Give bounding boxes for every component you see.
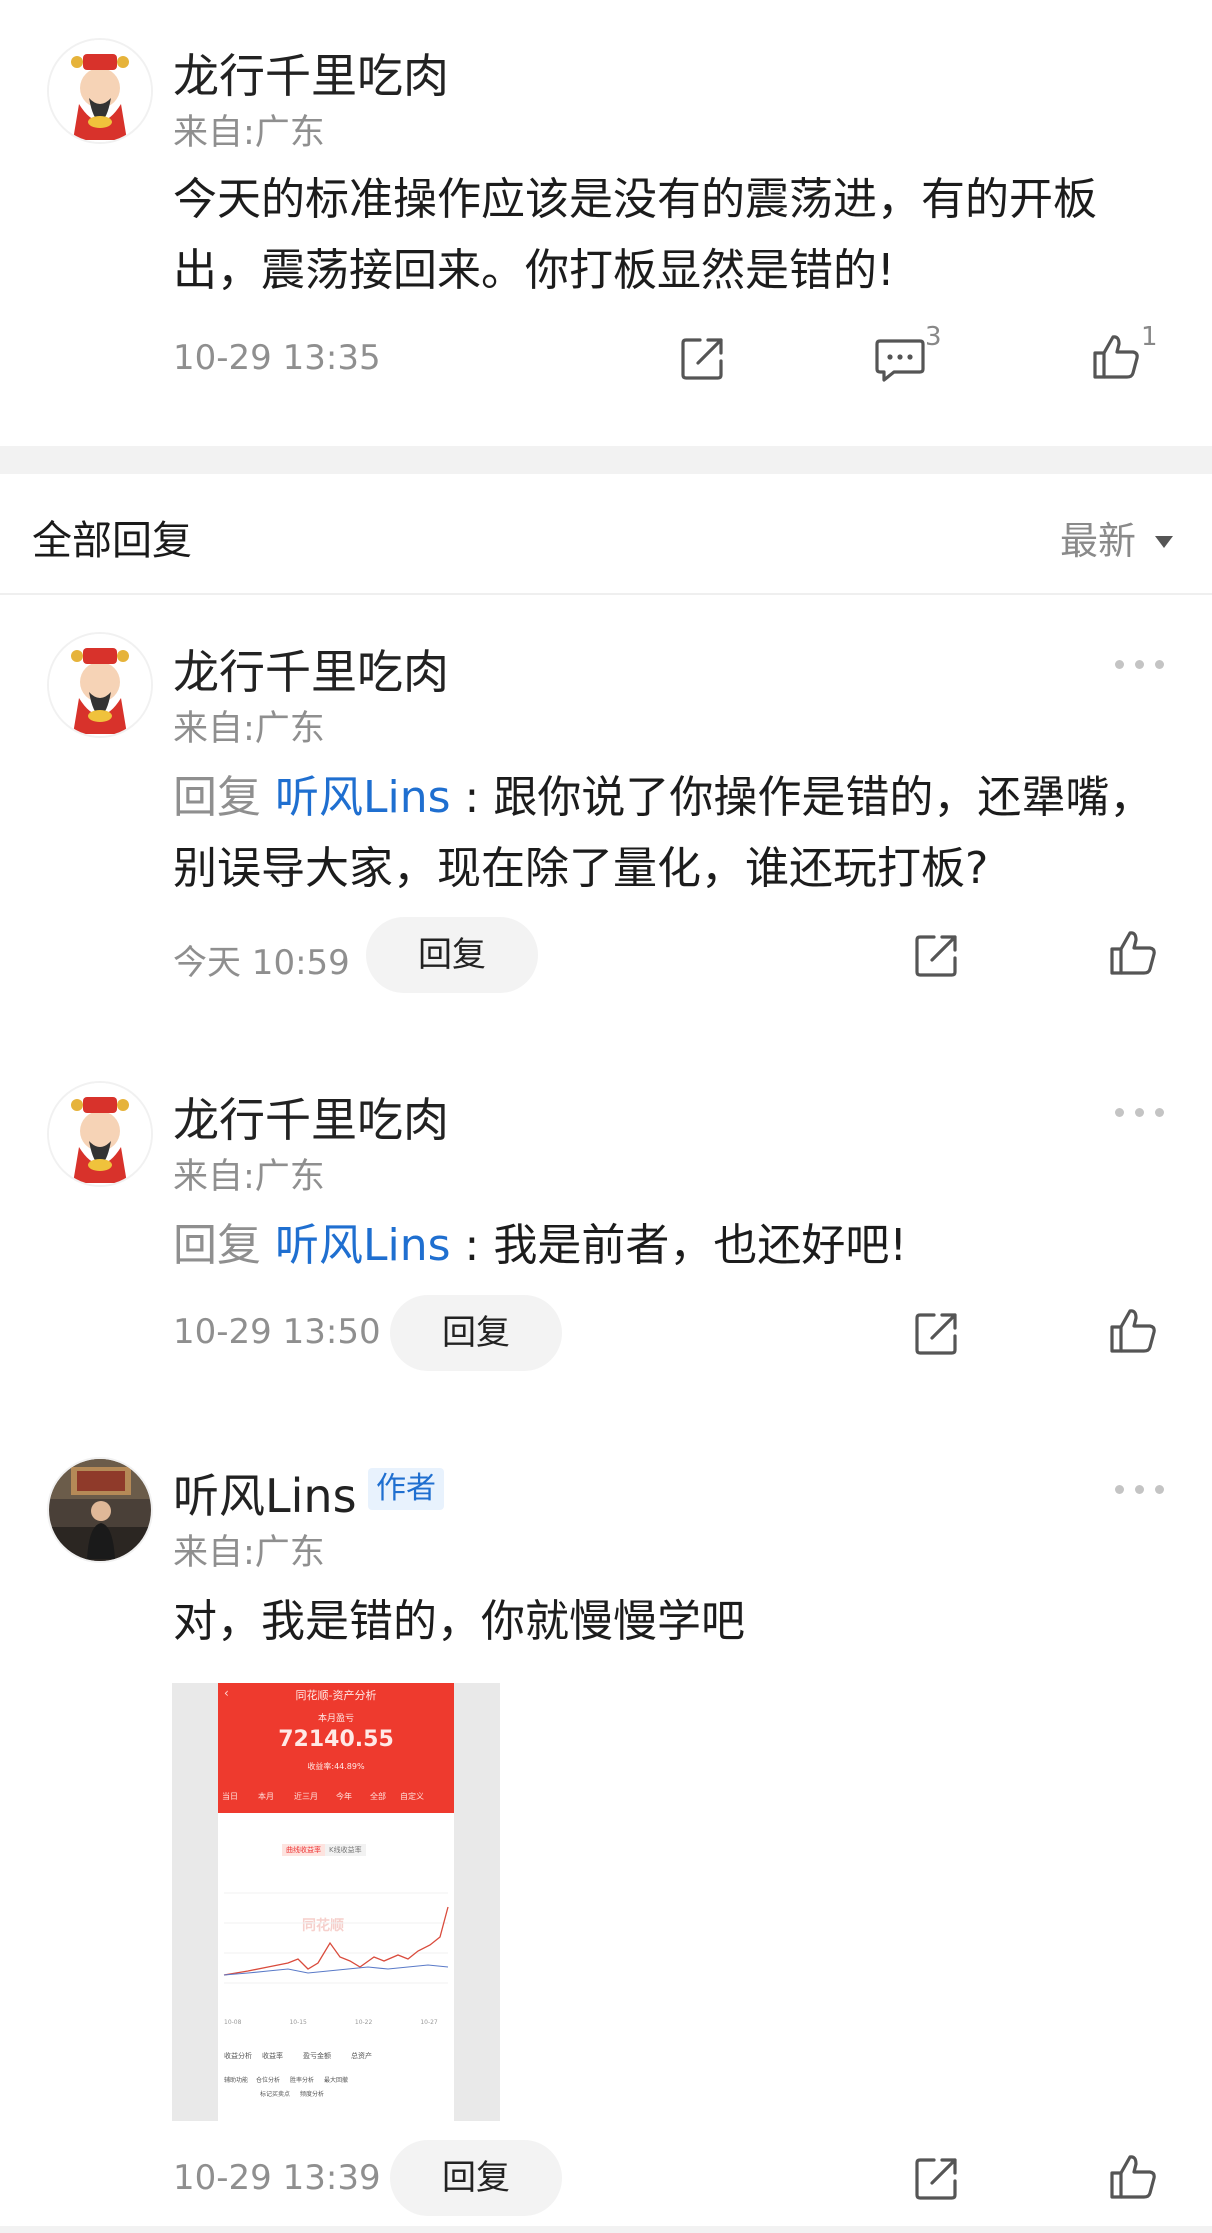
author-name[interactable]: 龙行千里吃肉: [173, 636, 449, 702]
dropdown-triangle-icon: [1155, 536, 1174, 548]
god-of-wealth-avatar-icon: [49, 634, 151, 736]
avatar[interactable]: [47, 1081, 153, 1187]
image-bottom-tab: 总资产: [351, 2052, 372, 2060]
more-options-icon[interactable]: [1115, 657, 1165, 671]
image-tab-row: 当日 本月 近三月 今年 全部 自定义: [222, 1791, 450, 1802]
comment-icon[interactable]: [874, 335, 926, 385]
avatar[interactable]: [47, 38, 153, 144]
god-of-wealth-avatar-icon: [49, 40, 151, 142]
image-x-tick: 10-22: [354, 2019, 373, 2026]
image-tab: 全部: [370, 1792, 386, 1801]
like-icon[interactable]: [1108, 928, 1158, 978]
reply-content: 回复 听风Lins : 跟你说了你操作是错的，还犟嘴，别误导大家，现在除了量化，…: [173, 762, 1163, 904]
timestamp: 10-29 13:35: [173, 338, 381, 378]
timestamp: 10-29 13:39: [173, 2158, 381, 2198]
location-label: 来自:广东: [173, 113, 325, 153]
timestamp: 10-29 13:50: [173, 1312, 381, 1352]
like-icon[interactable]: [1091, 332, 1141, 382]
author-badge: 作者: [368, 1468, 444, 1510]
location-label: 来自:广东: [173, 709, 325, 749]
image-toggle-a: 曲线收益率: [282, 1844, 325, 1856]
sort-dropdown[interactable]: 最新: [1060, 510, 1175, 563]
image-amount: 72140.55: [278, 1727, 394, 1752]
image-tab: 当日: [222, 1792, 238, 1801]
image-tab: 自定义: [400, 1792, 424, 1801]
bottom-divider: [0, 2226, 1212, 2233]
image-check: 最大回撤: [324, 2077, 349, 2084]
mention-link[interactable]: 听风Lins: [275, 772, 451, 823]
reply-content: 对，我是错的，你就慢慢学吧: [173, 1596, 745, 1647]
image-check: 仓位分析: [256, 2077, 281, 2084]
image-x-tick: 10-27: [420, 2019, 438, 2026]
share-icon[interactable]: [678, 333, 728, 383]
image-rate: 收益率:44.89%: [307, 1762, 365, 1771]
reply-text: 我是前者，也还好吧!: [493, 1220, 907, 1271]
reply-prefix: 回复: [173, 1220, 275, 1271]
image-toggle-b: K线收益率: [325, 1844, 366, 1856]
image-tab: 今年: [336, 1792, 352, 1801]
image-check: 标记买卖点: [260, 2091, 291, 2098]
comment-count: 3: [925, 322, 942, 352]
image-inner: ‹ 同花顺-资产分析 本月盈亏 72140.55 收益率:44.89% 当日 本月…: [218, 1683, 454, 2121]
like-icon[interactable]: [1108, 2152, 1158, 2202]
timestamp: 今天 10:59: [173, 943, 350, 983]
image-tab: 本月: [258, 1792, 274, 1801]
attached-image[interactable]: ‹ 同花顺-资产分析 本月盈亏 72140.55 收益率:44.89% 当日 本月…: [172, 1683, 500, 2121]
image-tab: 近三月: [294, 1792, 318, 1801]
replies-header-title: 全部回复: [32, 518, 192, 564]
location-label: 来自:广东: [173, 1533, 325, 1573]
more-options-icon[interactable]: [1115, 1482, 1165, 1496]
reply-content: 回复 听风Lins : 我是前者，也还好吧!: [173, 1210, 1163, 1281]
image-bottom-row: 收益分析 收益率 盈亏金额 总资产: [224, 2051, 372, 2061]
sort-label: 最新: [1060, 519, 1137, 563]
reply-prefix: 回复: [173, 772, 275, 823]
image-bottom-tab: 盈亏金额: [303, 2052, 331, 2060]
section-divider: [0, 446, 1212, 474]
image-chart-icon: [223, 1892, 449, 1984]
share-icon[interactable]: [912, 1308, 962, 1358]
image-check: 胜率分析: [290, 2077, 315, 2084]
share-icon[interactable]: [912, 930, 962, 980]
comment-content: 今天的标准操作应该是没有的震荡进，有的开板出，震荡接回来。你打板显然是错的!: [173, 174, 1097, 296]
author-name[interactable]: 龙行千里吃肉: [173, 1084, 449, 1150]
separator: :: [450, 1220, 494, 1271]
location-label: 来自:广东: [173, 1157, 325, 1197]
reply-button[interactable]: 回复: [390, 2140, 562, 2216]
image-toggle: 曲线收益率 K线收益率: [282, 1844, 366, 1856]
image-aux-row-2: 标记买卖点 频度分析: [260, 2089, 324, 2098]
separator: :: [450, 772, 494, 823]
author-name[interactable]: 听风Lins: [173, 1460, 357, 1526]
author-photo-avatar-icon: [49, 1459, 151, 1561]
reply-button[interactable]: 回复: [390, 1295, 562, 1371]
image-x-tick: 10-08: [224, 2019, 242, 2026]
like-icon[interactable]: [1108, 1306, 1158, 1356]
image-x-ticks: 10-08 10-15 10-22 10-27: [224, 2019, 452, 2026]
god-of-wealth-avatar-icon: [49, 1083, 151, 1185]
avatar[interactable]: [47, 1457, 153, 1563]
image-bottom-tab: 收益率: [262, 2052, 283, 2060]
header-divider: [0, 593, 1212, 595]
image-header-title: 同花顺-资产分析: [295, 1689, 377, 1702]
image-x-tick: 10-15: [289, 2019, 307, 2026]
image-subtitle: 本月盈亏: [317, 1714, 354, 1724]
mention-link[interactable]: 听风Lins: [275, 1220, 451, 1271]
image-aux-label: 辅助功能: [224, 2077, 249, 2084]
image-aux-row: 辅助功能 仓位分析 胜率分析 最大回撤: [224, 2075, 348, 2084]
image-check: 频度分析: [300, 2091, 325, 2098]
more-options-icon[interactable]: [1115, 1105, 1165, 1119]
share-icon[interactable]: [912, 2153, 962, 2203]
author-name[interactable]: 龙行千里吃肉: [173, 40, 449, 106]
image-bottom-label: 收益分析: [224, 2052, 252, 2060]
like-count: 1: [1141, 322, 1158, 352]
avatar[interactable]: [47, 632, 153, 738]
reply-button[interactable]: 回复: [366, 917, 538, 993]
